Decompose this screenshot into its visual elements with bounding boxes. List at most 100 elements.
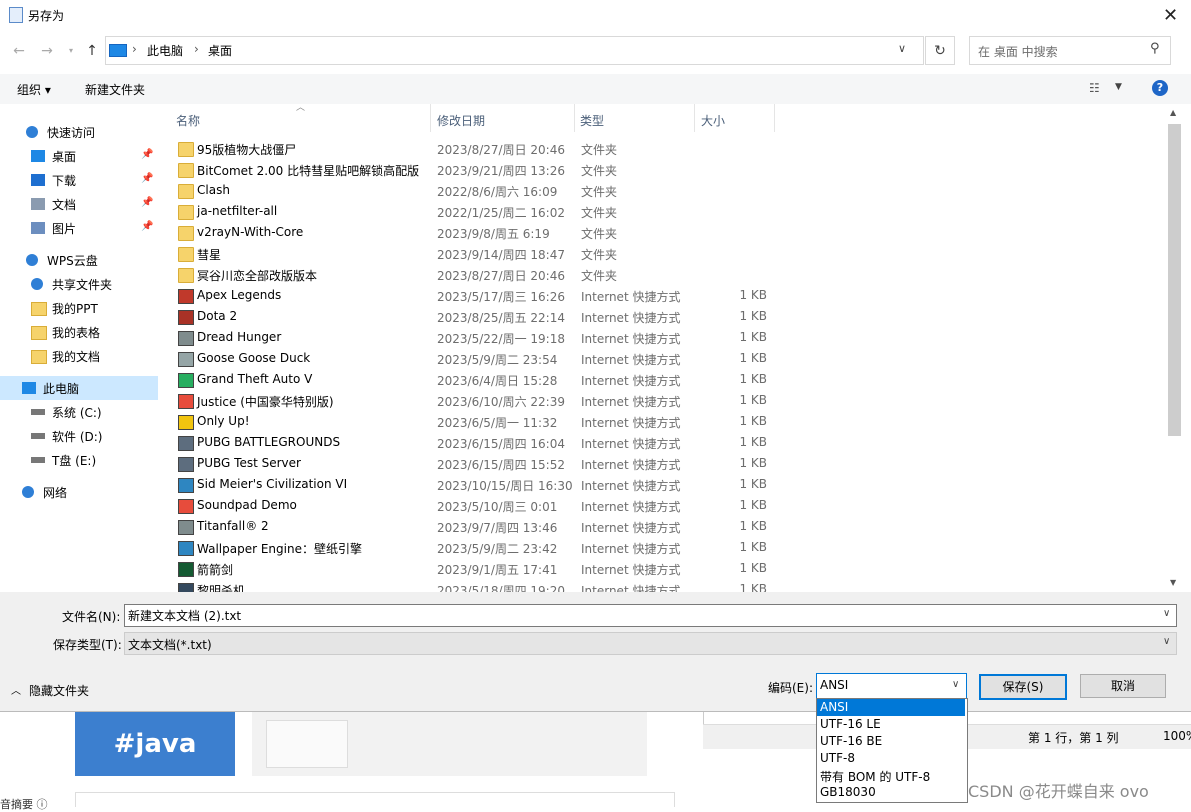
file-row[interactable]: 彗星 2023/9/14/周四 18:47 文件夹 [166, 243, 776, 264]
breadcrumb-separator-icon[interactable]: › [194, 42, 199, 56]
scrollbar-thumb[interactable] [1168, 124, 1181, 436]
file-row[interactable]: Dread Hunger 2023/5/22/周一 19:18 Internet 快… [166, 327, 776, 348]
column-type[interactable]: 类型 [580, 112, 604, 129]
filetype-value[interactable]: 文本文档(*.txt) [128, 636, 212, 653]
sidebar-item-label: WPS云盘 [47, 254, 98, 268]
filetype-dropdown-icon[interactable]: ∨ [1163, 636, 1170, 647]
scroll-up-icon[interactable]: ▲ [1170, 108, 1176, 117]
encoding-option[interactable]: 带有 BOM 的 UTF-8 [817, 767, 965, 784]
sidebar-item[interactable]: 文档 📌 [0, 192, 158, 216]
cancel-button[interactable]: 取消 [1080, 674, 1166, 698]
breadcrumb-desktop[interactable]: 桌面 [208, 42, 232, 59]
sidebar-item[interactable]: 此电脑 [0, 376, 158, 400]
status-zoom: 100% [1163, 729, 1191, 743]
filename-dropdown-icon[interactable]: ∨ [1163, 608, 1170, 619]
file-date: 2023/6/15/周四 16:04 [437, 437, 565, 451]
encoding-value[interactable]: ANSI [820, 678, 848, 692]
file-row[interactable]: v2rayN-With-Core 2023/9/8/周五 6:19 文件夹 [166, 222, 776, 243]
column-name[interactable]: 名称 [176, 112, 200, 129]
filename-input[interactable] [124, 604, 1177, 627]
file-name: 箭箭剑 [197, 563, 234, 577]
file-row[interactable]: Goose Goose Duck 2023/5/9/周二 23:54 Interne… [166, 348, 776, 369]
file-row[interactable]: BitComet 2.00 比特彗星贴吧解锁高配版 2023/9/21/周四 13… [166, 159, 776, 180]
up-button[interactable]: ↑ [83, 42, 101, 60]
cloud-icon [26, 254, 38, 266]
save-button[interactable]: 保存(S) [979, 674, 1067, 700]
column-divider[interactable] [574, 104, 575, 132]
file-type: Internet 快捷方式 [581, 500, 681, 514]
sidebar-item[interactable]: 我的PPT [0, 296, 158, 320]
organize-button[interactable]: 组织 ▾ [17, 81, 51, 98]
new-folder-button[interactable]: 新建文件夹 [85, 81, 145, 98]
sidebar-item[interactable]: 快速访问 [0, 120, 158, 144]
help-icon[interactable]: ? [1152, 80, 1168, 96]
recent-locations-button[interactable]: ▾ [62, 42, 80, 60]
file-row[interactable]: 95版植物大战僵尸 2023/8/27/周日 20:46 文件夹 [166, 138, 776, 159]
column-divider[interactable] [694, 104, 695, 132]
sidebar-item[interactable]: 桌面 📌 [0, 144, 158, 168]
sidebar-item[interactable]: 网络 [0, 480, 158, 504]
search-icon[interactable]: ⚲ [1150, 41, 1160, 56]
file-row[interactable]: 黎明杀机 2023/5/18/周四 19:20 Internet 快捷方式 1 KB [166, 579, 776, 592]
breadcrumb-separator-icon[interactable]: › [132, 42, 137, 56]
refresh-button[interactable]: ↻ [925, 36, 955, 65]
view-dropdown-icon[interactable]: ▼ [1115, 82, 1122, 92]
folder-icon [178, 268, 194, 283]
close-button[interactable]: ✕ [1150, 0, 1191, 30]
file-row[interactable]: Wallpaper Engine：壁纸引擎 2023/5/9/周二 23:42 In… [166, 537, 776, 558]
scroll-down-icon[interactable]: ▼ [1170, 578, 1176, 587]
sidebar-item[interactable]: 下载 📌 [0, 168, 158, 192]
sidebar-item[interactable]: 软件 (D:) [0, 424, 158, 448]
file-row[interactable]: ja-netfilter-all 2022/1/25/周二 16:02 文件夹 [166, 201, 776, 222]
sidebar-item-label: 此电脑 [43, 382, 80, 396]
column-size[interactable]: 大小 [701, 112, 725, 129]
file-row[interactable]: Grand Theft Auto V 2023/6/4/周日 15:28 Inter… [166, 369, 776, 390]
chevron-up-icon[interactable]: ︿ [11, 682, 21, 697]
filetype-select[interactable] [124, 632, 1177, 655]
file-row[interactable]: Dota 2 2023/8/25/周五 22:14 Internet 快捷方式 1 K… [166, 306, 776, 327]
sidebar-item[interactable]: 共享文件夹 [0, 272, 158, 296]
file-row[interactable]: Sid Meier's Civilization VI 2023/10/15/周日… [166, 474, 776, 495]
hide-folders-button[interactable]: 隐藏文件夹 [29, 682, 89, 699]
title-bar[interactable] [0, 0, 1191, 30]
sidebar-item[interactable]: 我的文档 [0, 344, 158, 368]
file-row[interactable]: 冥谷川恋全部改版版本 2023/8/27/周日 20:46 文件夹 [166, 264, 776, 285]
encoding-dropdown-icon[interactable]: ∨ [952, 679, 959, 690]
file-size: 1 KB [739, 414, 767, 428]
encoding-option[interactable]: UTF-8 [817, 750, 965, 767]
file-row[interactable]: PUBG BATTLEGROUNDS 2023/6/15/周四 16:04 Inte… [166, 432, 776, 453]
file-type: 文件夹 [581, 269, 618, 283]
file-row[interactable]: Only Up! 2023/6/5/周一 11:32 Internet 快捷方式 1 … [166, 411, 776, 432]
file-row[interactable]: PUBG Test Server 2023/6/15/周四 15:52 Intern… [166, 453, 776, 474]
file-row[interactable]: 箭箭剑 2023/9/1/周五 17:41 Internet 快捷方式 1 KB [166, 558, 776, 579]
sidebar-item[interactable]: 我的表格 [0, 320, 158, 344]
file-date: 2023/9/7/周四 13:46 [437, 521, 558, 535]
encoding-option[interactable]: UTF-16 LE [817, 716, 965, 733]
sidebar-item[interactable]: 系统 (C:) [0, 400, 158, 424]
breadcrumb-this-pc[interactable]: 此电脑 [147, 42, 183, 59]
view-options-icon[interactable]: ☷ [1089, 81, 1100, 95]
filename-value[interactable]: 新建文本文档 (2).txt [128, 607, 241, 624]
file-row[interactable]: Soundpad Demo 2023/5/10/周三 0:01 Internet 快… [166, 495, 776, 516]
folder-icon [31, 350, 47, 364]
file-row[interactable]: Apex Legends 2023/5/17/周三 16:26 Internet 快… [166, 285, 776, 306]
encoding-option[interactable]: GB18030 [817, 784, 965, 801]
sidebar-item[interactable]: 图片 📌 [0, 216, 158, 240]
column-date[interactable]: 修改日期 [437, 112, 485, 129]
file-type: 文件夹 [581, 185, 618, 199]
back-button[interactable]: ← [10, 42, 28, 60]
encoding-option[interactable]: UTF-16 BE [817, 733, 965, 750]
file-row[interactable]: Justice (中国豪华特别版) 2023/6/10/周六 22:39 Inter… [166, 390, 776, 411]
file-row[interactable]: Titanfall® 2 2023/9/7/周四 13:46 Internet 快捷… [166, 516, 776, 537]
address-dropdown-icon[interactable]: ∨ [898, 42, 906, 55]
encoding-option[interactable]: ANSI [817, 699, 965, 716]
file-row[interactable]: Clash 2022/8/6/周六 16:09 文件夹 [166, 180, 776, 201]
file-name: Goose Goose Duck [197, 351, 311, 365]
column-divider[interactable] [430, 104, 431, 132]
column-divider[interactable] [774, 104, 775, 132]
sidebar-item[interactable]: T盘 (E:) [0, 448, 158, 472]
computer-icon [22, 382, 36, 394]
forward-button[interactable]: → [38, 42, 56, 60]
folder-icon [178, 247, 194, 262]
sidebar-item[interactable]: WPS云盘 [0, 248, 158, 272]
